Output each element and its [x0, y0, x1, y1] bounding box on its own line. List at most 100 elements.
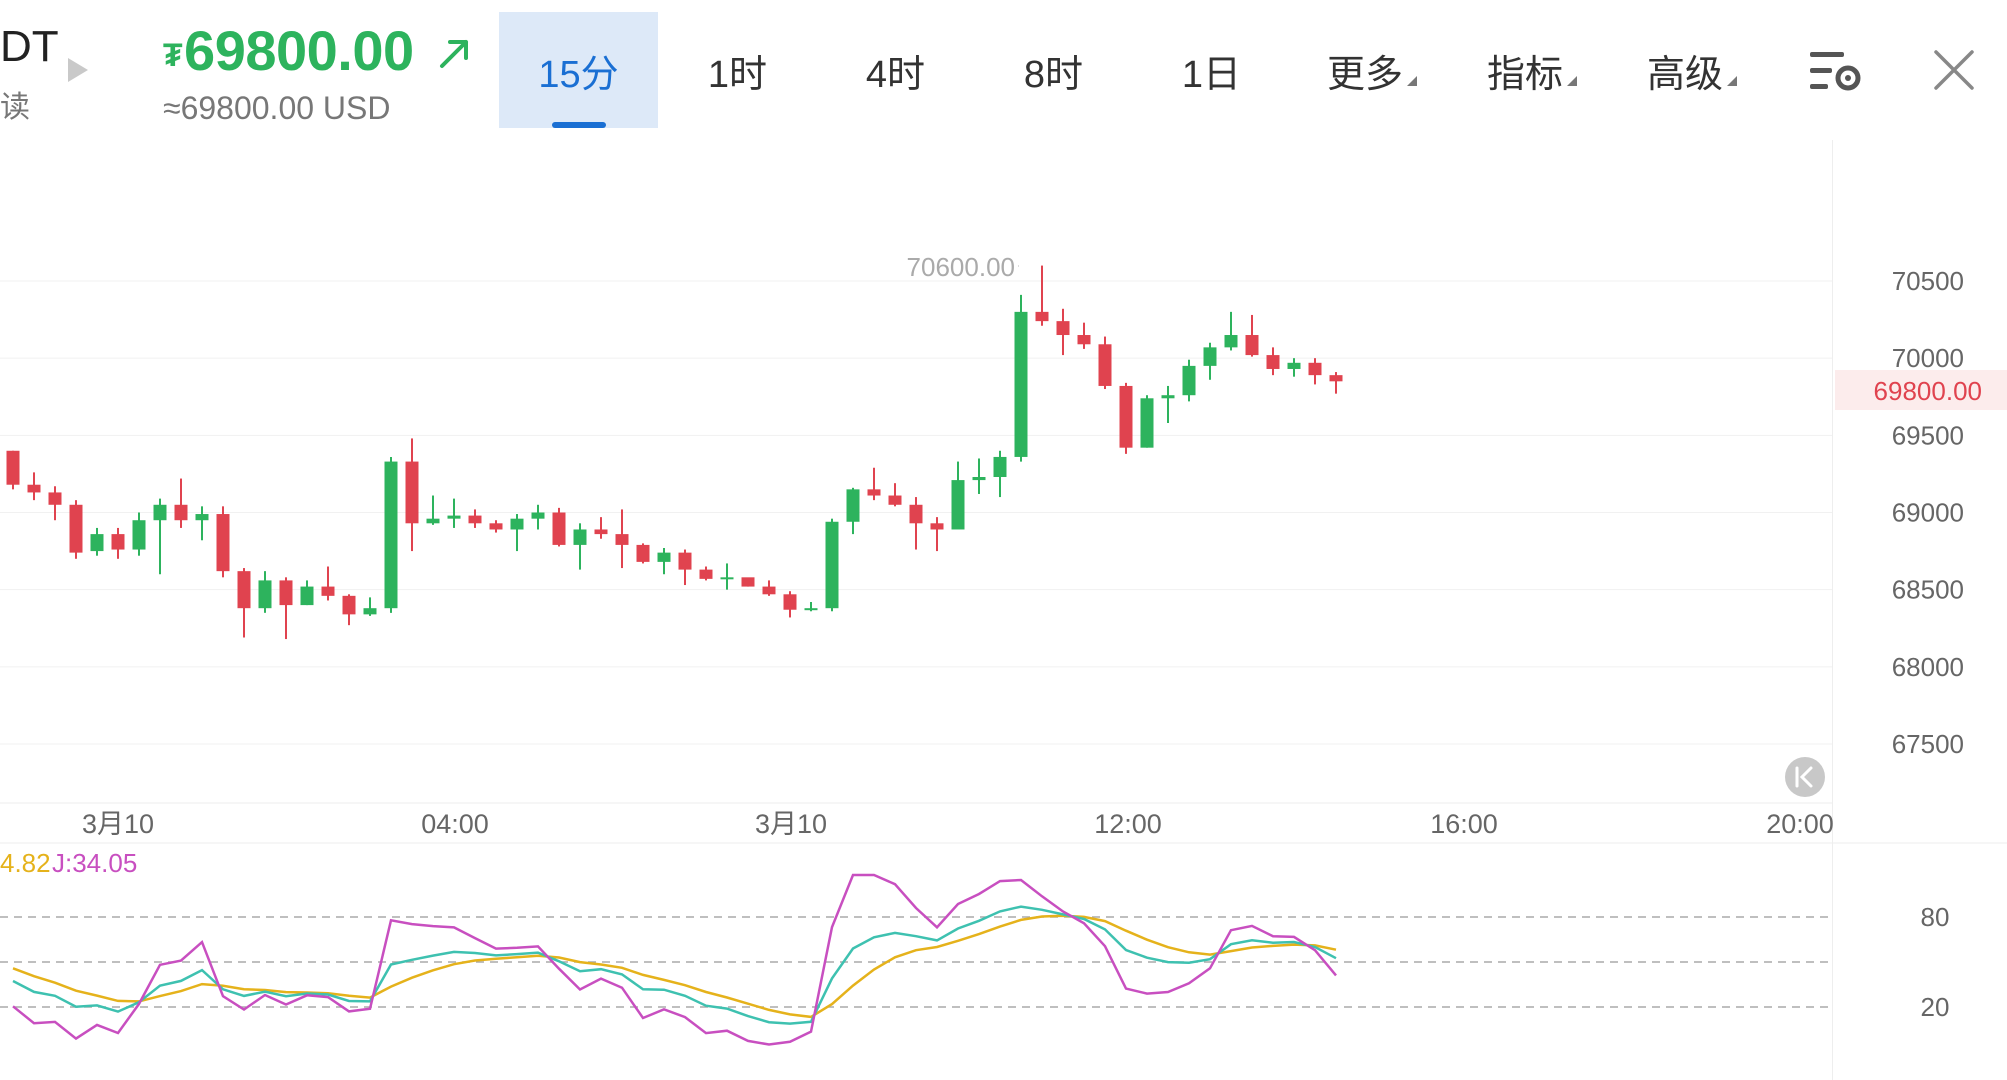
- candle-body: [1098, 344, 1112, 386]
- candle-body: [384, 461, 398, 609]
- candle-body: [237, 571, 251, 609]
- candle-body: [804, 608, 818, 611]
- chart-settings-icon[interactable]: [1808, 48, 1864, 96]
- candle-body: [1077, 335, 1091, 345]
- header-bar: DT 读 ₮69800.00 ≈69800.00 USD 15分 1时 4时 8…: [0, 0, 2007, 140]
- candle-body: [405, 461, 419, 524]
- price-tick-label: 68500: [1892, 575, 1964, 605]
- price-axis: 70500 70000 69500 69000 68500 68000 67500: [1892, 266, 1964, 759]
- candle-body: [552, 512, 566, 545]
- candle-body: [678, 552, 692, 570]
- candle-body: [594, 529, 608, 535]
- chart-annotations: 70600.00 69800.00: [907, 252, 2007, 410]
- tab-label: 15分: [538, 53, 619, 96]
- candle-body: [699, 569, 713, 579]
- candle-body: [741, 577, 755, 587]
- candle-body: [216, 514, 230, 572]
- jump-to-latest-icon[interactable]: [1785, 757, 1825, 797]
- caret-icon: [1407, 76, 1417, 86]
- candle-body: [48, 492, 62, 505]
- arrow-up-right-icon: [440, 40, 468, 68]
- kdj-d-value: 4.82: [0, 848, 51, 878]
- time-tick-label: 3月10: [82, 809, 154, 839]
- price-tick-label: 70000: [1892, 343, 1964, 373]
- candle-body: [510, 518, 524, 530]
- time-tick-label: 12:00: [1094, 809, 1162, 839]
- tab-1h[interactable]: 1时: [660, 12, 815, 128]
- currency-symbol: ₮: [163, 36, 183, 73]
- tab-label: 4时: [865, 53, 926, 96]
- tab-15m[interactable]: 15分: [499, 12, 658, 128]
- price-tick-label: 68000: [1892, 652, 1964, 682]
- candle-body: [573, 529, 587, 545]
- price-usd: ≈69800.00 USD: [163, 90, 391, 126]
- candle-body: [1308, 362, 1322, 376]
- candle-body: [1182, 365, 1196, 396]
- candle-body: [1140, 398, 1154, 448]
- candle-body: [27, 484, 41, 493]
- time-tick-label: 3月10: [755, 809, 827, 839]
- candle-body: [657, 552, 671, 562]
- candle-body: [951, 480, 965, 530]
- candle-body: [972, 477, 986, 481]
- close-icon[interactable]: [1932, 48, 1976, 92]
- candle-body: [993, 456, 1007, 478]
- candle-body: [342, 595, 356, 615]
- price-tick-label: 70500: [1892, 266, 1964, 296]
- current-price: ₮69800.00: [163, 18, 414, 83]
- tab-advanced[interactable]: 高级: [1612, 12, 1772, 128]
- pair-subtitle: 读: [0, 91, 30, 124]
- kdj-indicator-panel: 4.82 J:34.05 80 20: [0, 848, 1950, 1046]
- candle-body: [279, 580, 293, 606]
- candle-body: [1266, 355, 1280, 369]
- candle-body: [531, 512, 545, 519]
- time-axis: 3月10 04:00 3月10 12:00 16:00 20:00: [82, 809, 1834, 839]
- candle-body: [195, 514, 209, 521]
- tab-4h[interactable]: 4时: [818, 12, 973, 128]
- candle-body: [888, 495, 902, 505]
- price-tick-label: 69500: [1892, 420, 1964, 450]
- tab-label: 高级: [1646, 53, 1723, 96]
- pair-name[interactable]: DT: [0, 22, 59, 72]
- play-icon[interactable]: [68, 58, 88, 82]
- kdj-tick-label: 80: [1921, 902, 1950, 932]
- candle-body: [258, 580, 272, 609]
- tab-label: 指标: [1486, 53, 1563, 96]
- candle-body: [1203, 347, 1217, 366]
- active-tab-indicator: [551, 122, 606, 128]
- tab-label: 1时: [707, 53, 768, 96]
- caret-icon: [1727, 76, 1737, 86]
- candle-body: [720, 577, 734, 580]
- current-price-label: 69800.00: [1874, 376, 1982, 406]
- price-tick-label: 67500: [1892, 729, 1964, 759]
- candle-body: [1224, 335, 1238, 348]
- candle-body: [6, 450, 20, 485]
- candle-body: [930, 523, 944, 530]
- candle-body: [1329, 375, 1343, 382]
- grid-lines: [0, 280, 2007, 844]
- candle-body: [762, 586, 776, 595]
- kdj-j-value: J:34.05: [52, 848, 137, 878]
- candle-body: [636, 544, 650, 562]
- candlestick-chart[interactable]: 70500 70000 69500 69000 68500 68000 67500 3月10…: [0, 140, 2007, 1080]
- caret-icon: [1567, 76, 1577, 86]
- candle-body: [1035, 311, 1049, 322]
- candle-body: [1056, 321, 1070, 336]
- price-value: 69800.00: [184, 19, 414, 82]
- candle-body: [468, 515, 482, 524]
- candle-body: [1287, 362, 1301, 369]
- time-tick-label: 04:00: [421, 809, 489, 839]
- candle-body: [69, 504, 83, 553]
- candle-body: [1119, 385, 1133, 448]
- candle-body: [132, 520, 146, 550]
- candle-body: [447, 515, 461, 519]
- tab-indicators[interactable]: 指标: [1452, 12, 1612, 128]
- tab-8h[interactable]: 8时: [976, 12, 1131, 128]
- candle-body: [363, 608, 377, 615]
- tab-1d[interactable]: 1日: [1134, 12, 1289, 128]
- candle-body: [1161, 395, 1175, 399]
- candle-body: [174, 504, 188, 521]
- candle-body: [909, 504, 923, 524]
- candle-body: [426, 518, 440, 524]
- tab-more[interactable]: 更多: [1292, 12, 1452, 128]
